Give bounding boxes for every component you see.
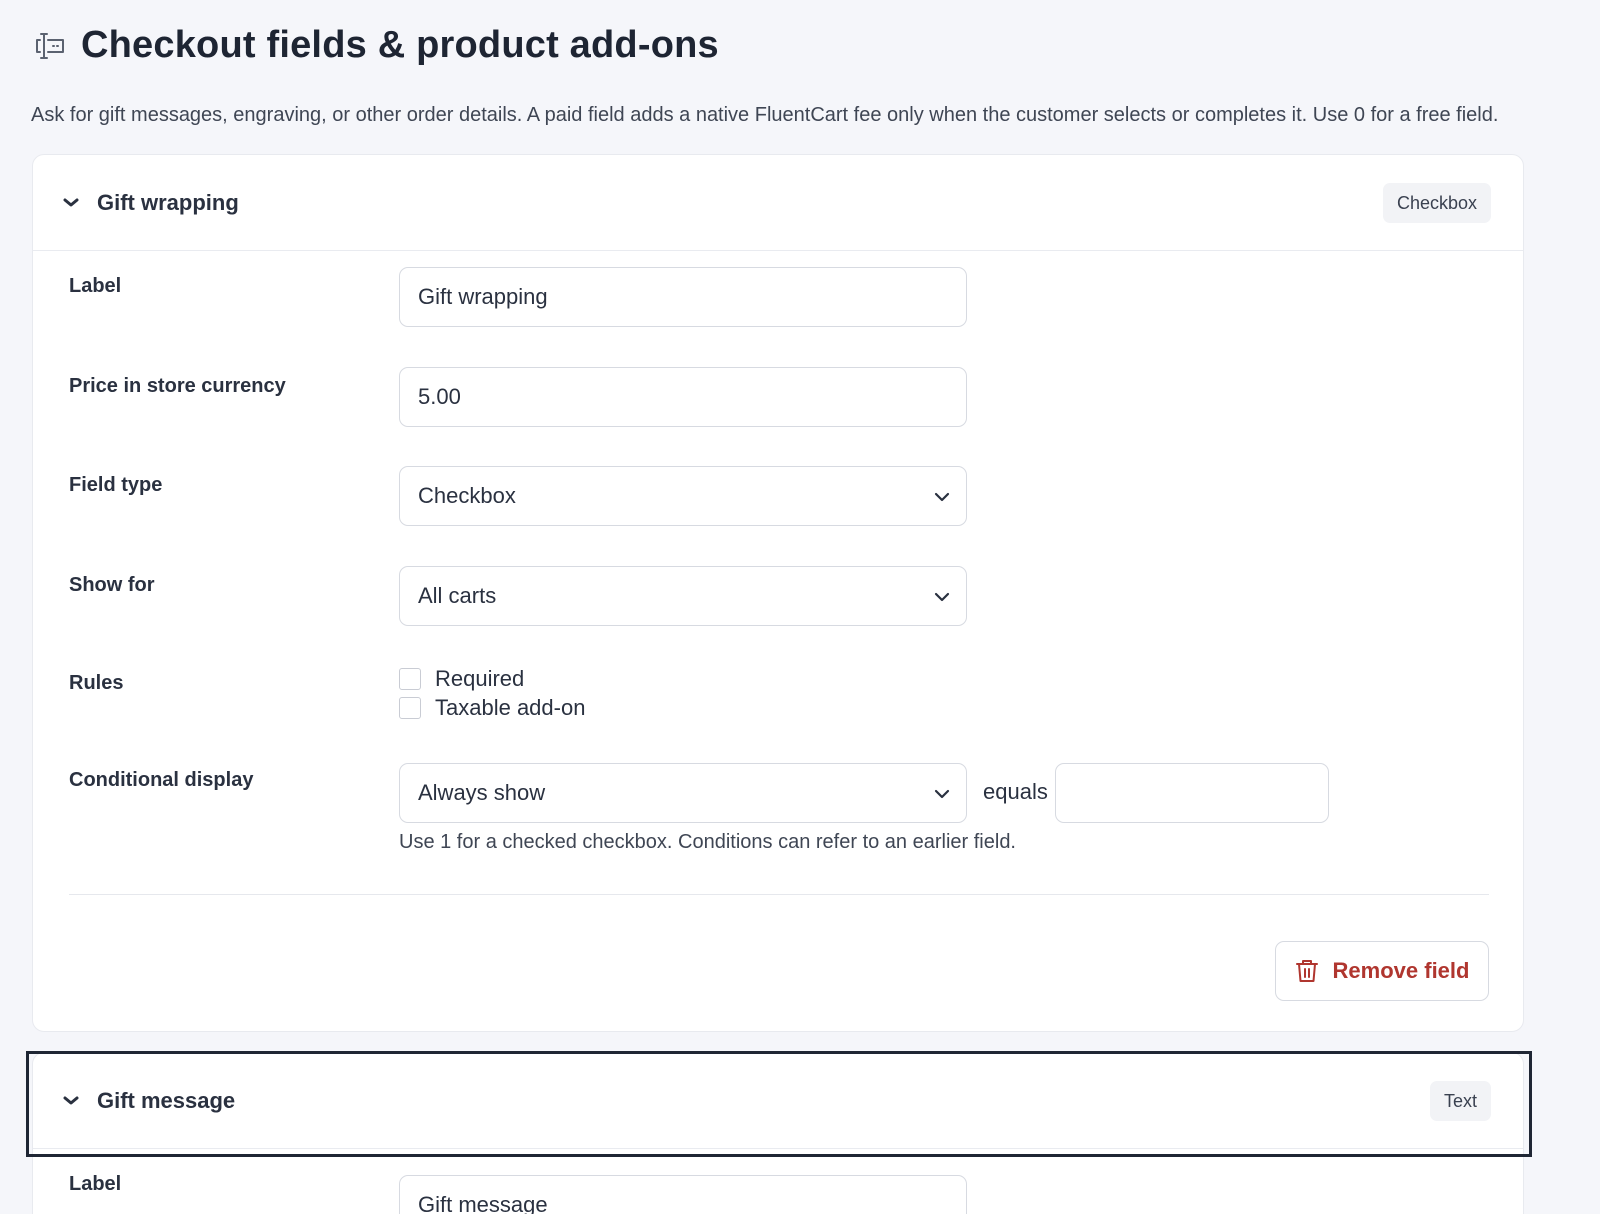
taxable-checkbox[interactable] (399, 697, 421, 719)
remove-field-label: Remove field (1332, 958, 1470, 983)
field-card-gift-message: Gift message Text Label Gift message (32, 1052, 1524, 1214)
equals-label: equals (983, 779, 1048, 804)
trash-icon (1295, 958, 1319, 984)
chevron-down-icon (932, 784, 952, 804)
field-type-select[interactable]: Checkbox (399, 466, 967, 526)
page-description: Ask for gift messages, engraving, or oth… (31, 104, 1499, 126)
field-card-title: Gift wrapping (97, 189, 239, 215)
price-field-label: Price in store currency (69, 375, 286, 397)
field-card-gift-wrapping: Gift wrapping Checkbox Label Gift wrappi… (32, 154, 1524, 1032)
checkout-fields-page: Checkout fields & product add-ons Ask fo… (0, 0, 1600, 1214)
field-type-badge: Checkbox (1382, 183, 1491, 223)
field-card-header[interactable]: Gift wrapping Checkbox (33, 155, 1523, 251)
field-card-title: Gift message (97, 1087, 236, 1113)
rules-label: Rules (69, 672, 124, 694)
price-input-value: 5.00 (418, 384, 461, 409)
show-for-select-value: All carts (418, 583, 497, 608)
required-checkbox-label: Required (435, 666, 525, 691)
conditional-display-select[interactable]: Always show (399, 763, 967, 823)
form-fields-icon (33, 29, 67, 63)
conditional-help-text: Use 1 for a checked checkbox. Conditions… (399, 831, 1016, 853)
show-for-select[interactable]: All carts (399, 566, 967, 626)
page-header: Checkout fields & product add-ons (33, 24, 719, 67)
required-checkbox[interactable] (399, 668, 421, 690)
chevron-down-icon (932, 587, 952, 607)
field-type-select-value: Checkbox (418, 483, 516, 508)
price-input[interactable]: 5.00 (399, 367, 967, 427)
field-type-badge: Text (1429, 1081, 1491, 1121)
chevron-down-icon (932, 487, 952, 507)
chevron-down-icon[interactable] (61, 193, 81, 213)
label-field-label: Label (69, 1173, 122, 1195)
conditional-display-label: Conditional display (69, 769, 254, 791)
card-divider (69, 894, 1489, 895)
field-type-label: Field type (69, 474, 163, 496)
condition-value-input[interactable] (1055, 763, 1329, 823)
page-title: Checkout fields & product add-ons (81, 24, 719, 66)
required-checkbox-row[interactable]: Required (399, 666, 524, 692)
chevron-down-icon[interactable] (61, 1091, 81, 1111)
label-input[interactable]: Gift message (399, 1175, 967, 1214)
label-input-value: Gift message (418, 1192, 548, 1214)
taxable-checkbox-label: Taxable add-on (435, 695, 586, 720)
taxable-checkbox-row[interactable]: Taxable add-on (399, 695, 585, 721)
label-input-value: Gift wrapping (418, 284, 548, 309)
show-for-label: Show for (69, 574, 155, 596)
conditional-display-value: Always show (418, 780, 546, 805)
label-input[interactable]: Gift wrapping (399, 267, 967, 327)
label-field-label: Label (69, 275, 122, 297)
remove-field-button[interactable]: Remove field (1275, 941, 1489, 1001)
field-card-header[interactable]: Gift message Text (33, 1053, 1523, 1149)
